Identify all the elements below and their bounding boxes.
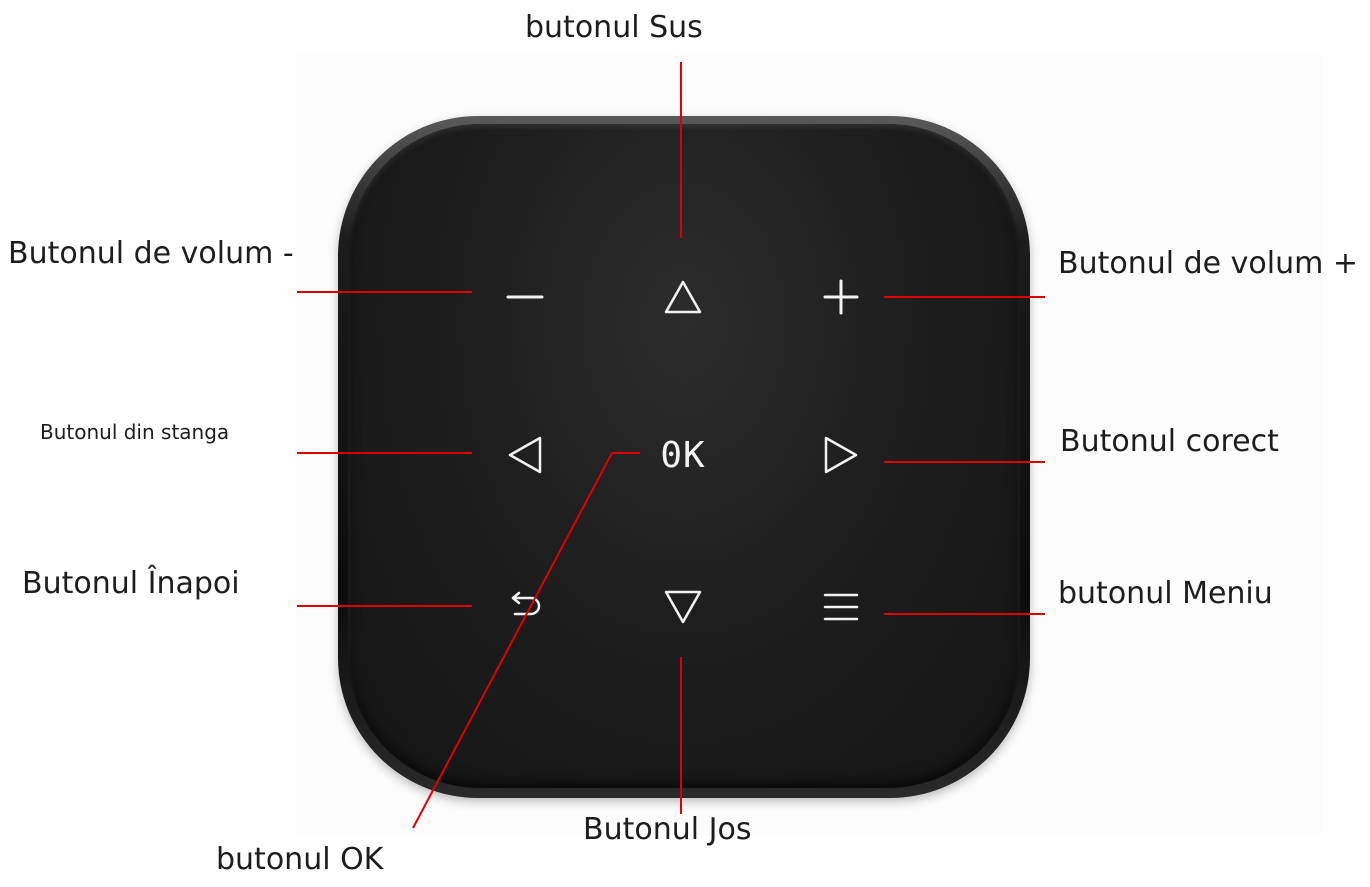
label-left: Butonul din stanga <box>40 420 230 444</box>
right-button[interactable] <box>806 420 876 490</box>
label-volume-up: Butonul de volum + <box>1058 246 1358 281</box>
menu-button[interactable] <box>806 572 876 642</box>
menu-icon <box>823 593 859 621</box>
label-ok: butonul OK <box>216 842 384 877</box>
volume-up-button[interactable] <box>806 262 876 332</box>
triangle-up-icon <box>664 280 702 314</box>
triangle-left-icon <box>508 436 542 474</box>
label-up: butonul Sus <box>525 10 703 45</box>
label-volume-down: Butonul de volum - <box>8 236 294 271</box>
minus-icon <box>506 295 544 299</box>
up-button[interactable] <box>648 262 718 332</box>
label-back: Butonul Înapoi <box>22 566 240 601</box>
triangle-right-icon <box>824 436 858 474</box>
ok-glyph: 0K <box>660 434 706 476</box>
label-down: Butonul Jos <box>583 812 752 847</box>
ok-button[interactable]: 0K <box>640 420 726 490</box>
label-menu: butonul Meniu <box>1058 576 1273 611</box>
plus-icon <box>823 279 859 315</box>
down-button[interactable] <box>648 572 718 642</box>
triangle-down-icon <box>664 590 702 624</box>
left-button[interactable] <box>490 420 560 490</box>
label-right: Butonul corect <box>1060 424 1279 459</box>
back-button[interactable] <box>490 572 560 642</box>
back-arrow-icon <box>511 591 541 616</box>
volume-down-button[interactable] <box>490 262 560 332</box>
